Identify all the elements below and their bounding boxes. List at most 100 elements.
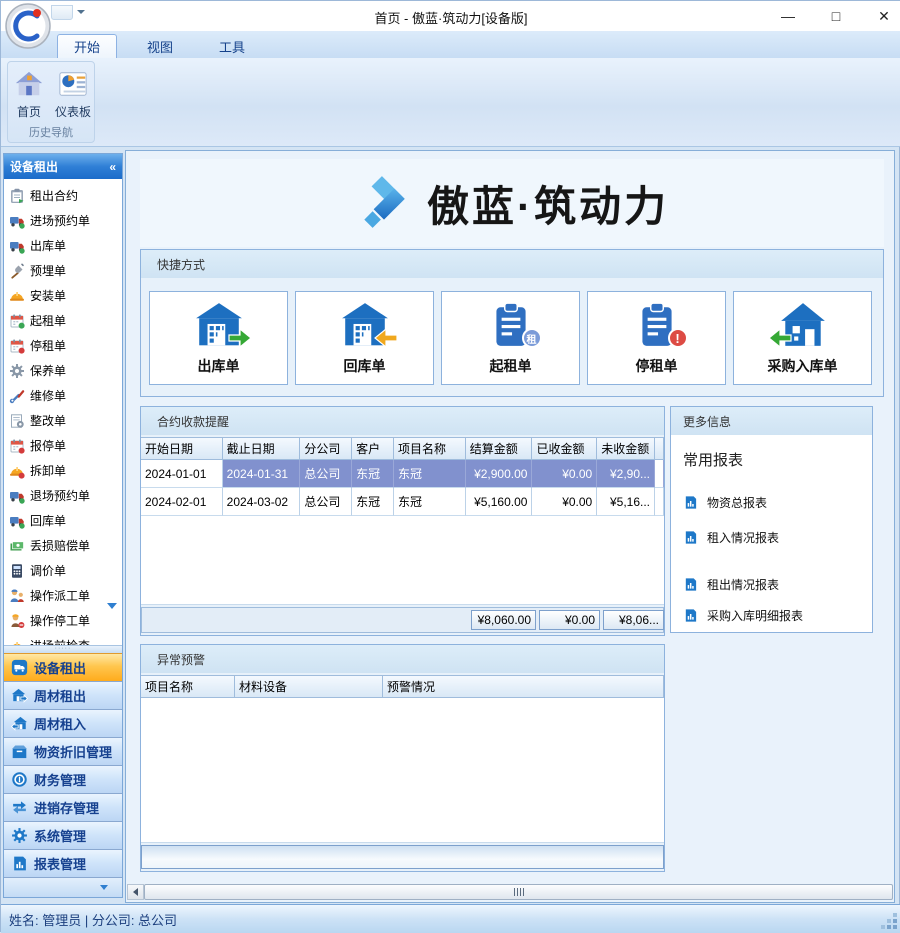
sidebar-item-suspend-order[interactable]: 报停单 bbox=[4, 433, 122, 458]
sidebar-item-partial[interactable]: 进场前检查 bbox=[4, 633, 122, 645]
total-settlement: ¥8,060.00 bbox=[471, 610, 536, 630]
sidebar-item-maintenance-order[interactable]: 保养单 bbox=[4, 358, 122, 383]
sidebar-item-stopwork-order[interactable]: 操作停工单 bbox=[4, 608, 122, 633]
shortcut-label: 回库单 bbox=[344, 356, 386, 376]
table-cell[interactable]: 2024-01-01 bbox=[141, 460, 223, 488]
arrow-left-icon bbox=[374, 326, 398, 350]
table-cell[interactable]: ¥0.00 bbox=[532, 488, 597, 516]
home-button-label: 首页 bbox=[17, 103, 41, 120]
table-cell[interactable]: ¥2,900.00 bbox=[466, 460, 533, 488]
contract-reminder-section: 合约收款提醒 开始日期 截止日期 分公司 客户 项目名称 结算金额 已收金额 未… bbox=[140, 406, 665, 636]
table-cell[interactable]: 东冠 bbox=[352, 488, 394, 516]
sidebar-item-return-order[interactable]: 回库单 bbox=[4, 508, 122, 533]
table-cell[interactable]: ¥2,90... bbox=[597, 460, 655, 488]
table-cell[interactable]: ¥5,16... bbox=[597, 488, 655, 516]
shortcut-rent-stop[interactable]: ! 停租单 bbox=[587, 291, 726, 385]
maximize-button[interactable]: □ bbox=[825, 8, 847, 24]
tab-view[interactable]: 视图 bbox=[131, 34, 189, 58]
resize-grip[interactable] bbox=[893, 925, 897, 929]
shovel-icon bbox=[9, 263, 25, 279]
sidebar-item-rental-contract[interactable]: 租出合约 bbox=[4, 183, 122, 208]
sidebar-item-rectify-order[interactable]: 整改单 bbox=[4, 408, 122, 433]
scroll-down-icon[interactable] bbox=[107, 603, 117, 609]
sidebar-item-rent-start-order[interactable]: 起租单 bbox=[4, 308, 122, 333]
column-header[interactable]: 结算金额 bbox=[466, 438, 533, 460]
shortcut-rent-start[interactable]: 租 起租单 bbox=[441, 291, 580, 385]
collapse-icon[interactable]: « bbox=[109, 160, 116, 174]
home-button[interactable]: 首页 bbox=[9, 66, 49, 126]
nav-options-bar[interactable] bbox=[4, 877, 122, 897]
sidebar-item-label: 维修单 bbox=[30, 387, 66, 404]
column-header[interactable]: 材料设备 bbox=[235, 676, 383, 698]
shortcut-purchase-inbound[interactable]: 采购入库单 bbox=[733, 291, 872, 385]
scroll-left-button[interactable] bbox=[127, 884, 144, 900]
column-header[interactable]: 分公司 bbox=[300, 438, 352, 460]
nav-item-material-rental-out[interactable]: 周材租出 bbox=[4, 681, 122, 709]
sidebar-splitter[interactable]: ····· bbox=[4, 645, 122, 653]
sidebar-item-exit-reservation[interactable]: 退场预约单 bbox=[4, 483, 122, 508]
table-cell[interactable]: 东冠 bbox=[394, 488, 466, 516]
nav-item-depreciation[interactable]: 物资折旧管理 bbox=[4, 737, 122, 765]
nav-item-equipment-rental[interactable]: 设备租出 bbox=[4, 653, 122, 681]
column-header[interactable]: 已收金额 bbox=[532, 438, 597, 460]
column-header[interactable]: 客户 bbox=[352, 438, 394, 460]
hardhat-remove-icon bbox=[9, 463, 25, 479]
quick-access-toolbar[interactable] bbox=[51, 5, 73, 20]
nav-item-system[interactable]: 系统管理 bbox=[4, 821, 122, 849]
sidebar-item-install-order[interactable]: 安装单 bbox=[4, 283, 122, 308]
report-link-material-total[interactable]: 物资总报表 bbox=[683, 494, 862, 511]
report-link-label: 租入情况报表 bbox=[707, 529, 779, 546]
dashboard-button[interactable]: 仪表板 bbox=[53, 66, 93, 126]
column-header[interactable]: 预警情况 bbox=[383, 676, 664, 698]
column-header[interactable]: 项目名称 bbox=[394, 438, 466, 460]
sidebar-item-rent-stop-order[interactable]: 停租单 bbox=[4, 333, 122, 358]
table-row[interactable]: 2024-02-01 2024-03-02 总公司 东冠 东冠 ¥5,160.0… bbox=[141, 488, 664, 516]
sidebar-item-label: 安装单 bbox=[30, 287, 66, 304]
column-header[interactable]: 开始日期 bbox=[141, 438, 223, 460]
arrow-left-icon bbox=[133, 888, 138, 896]
quick-access-dropdown-icon[interactable] bbox=[77, 10, 85, 14]
table-cell[interactable]: ¥5,160.00 bbox=[466, 488, 533, 516]
common-reports-heading: 常用报表 bbox=[683, 449, 862, 470]
minimize-button[interactable]: — bbox=[777, 8, 799, 24]
report-link-rent-out[interactable]: 租出情况报表 bbox=[683, 576, 862, 593]
chevron-down-icon[interactable] bbox=[100, 885, 108, 890]
table-row[interactable]: 2024-01-01 2024-01-31 总公司 东冠 东冠 ¥2,900.0… bbox=[141, 460, 664, 488]
scrollbar-thumb[interactable] bbox=[144, 884, 893, 900]
sidebar-item-entry-reservation[interactable]: 进场预约单 bbox=[4, 208, 122, 233]
report-link-purchase-detail[interactable]: 采购入库明细报表 bbox=[683, 607, 862, 624]
tab-start[interactable]: 开始 bbox=[57, 34, 117, 58]
report-link-rent-in[interactable]: 租入情况报表 bbox=[683, 529, 862, 546]
shortcut-outbound[interactable]: 出库单 bbox=[149, 291, 288, 385]
gear-icon bbox=[9, 363, 25, 379]
sidebar-item-dismantle-order[interactable]: 拆卸单 bbox=[4, 458, 122, 483]
sidebar-item-preembed-order[interactable]: 预埋单 bbox=[4, 258, 122, 283]
table-cell[interactable]: 2024-01-31 bbox=[223, 460, 301, 488]
table-cell[interactable]: 总公司 bbox=[300, 488, 352, 516]
table-cell[interactable]: 总公司 bbox=[300, 460, 352, 488]
column-header[interactable]: 未收金额 bbox=[597, 438, 655, 460]
sidebar-header: 设备租出 « bbox=[4, 154, 122, 179]
close-button[interactable]: ✕ bbox=[873, 8, 895, 25]
shortcut-return[interactable]: 回库单 bbox=[295, 291, 434, 385]
app-menu-button[interactable] bbox=[4, 2, 52, 50]
nav-item-material-rental-in[interactable]: 周材租入 bbox=[4, 709, 122, 737]
tab-tools[interactable]: 工具 bbox=[203, 34, 261, 58]
table-cell[interactable]: 东冠 bbox=[352, 460, 394, 488]
box-icon bbox=[11, 743, 28, 760]
sidebar-item-repair-order[interactable]: 维修单 bbox=[4, 383, 122, 408]
sidebar-item-outbound-order[interactable]: 出库单 bbox=[4, 233, 122, 258]
nav-item-finance[interactable]: 财务管理 bbox=[4, 765, 122, 793]
table-cell[interactable]: 东冠 bbox=[394, 460, 466, 488]
nav-item-inventory[interactable]: 进销存管理 bbox=[4, 793, 122, 821]
table-cell[interactable]: 2024-03-02 bbox=[223, 488, 301, 516]
sidebar-item-price-adjust-order[interactable]: 调价单 bbox=[4, 558, 122, 583]
horizontal-scrollbar[interactable] bbox=[127, 884, 893, 900]
table-cell[interactable]: ¥0.00 bbox=[532, 460, 597, 488]
sidebar-item-loss-compensation[interactable]: 丢损赔偿单 bbox=[4, 533, 122, 558]
column-header[interactable]: 项目名称 bbox=[141, 676, 235, 698]
table-cell[interactable]: 2024-02-01 bbox=[141, 488, 223, 516]
sidebar-item-dispatch-order[interactable]: 操作派工单 bbox=[4, 583, 122, 608]
column-header[interactable]: 截止日期 bbox=[223, 438, 301, 460]
nav-item-reports[interactable]: 报表管理 bbox=[4, 849, 122, 877]
